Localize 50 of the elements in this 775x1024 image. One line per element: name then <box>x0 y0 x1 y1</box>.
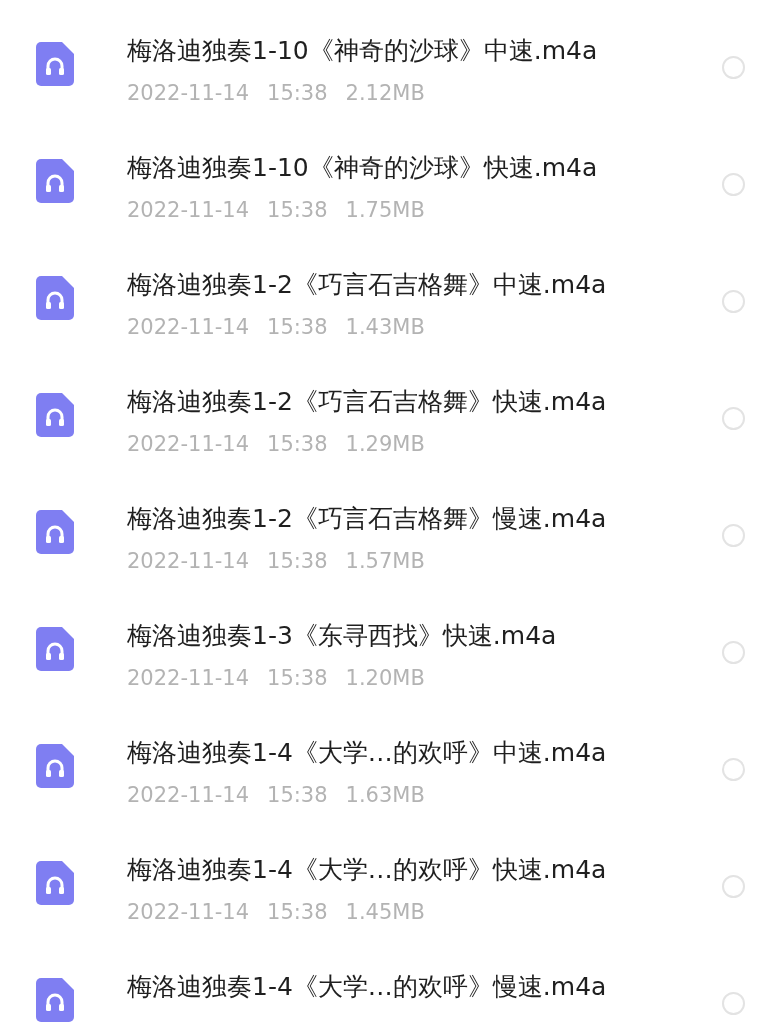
file-size: 1.63MB <box>345 782 425 808</box>
file-size: 1.45MB <box>345 899 425 925</box>
select-checkbox[interactable] <box>722 290 745 313</box>
file-size: 1.43MB <box>345 314 425 340</box>
file-time: 15:38 <box>267 665 328 691</box>
file-size: 1.20MB <box>345 665 425 691</box>
select-checkbox[interactable] <box>722 641 745 664</box>
file-size: 1.29MB <box>345 431 425 457</box>
select-checkbox[interactable] <box>722 173 745 196</box>
file-size: 2.12MB <box>345 80 425 106</box>
audio-file-icon <box>36 744 74 788</box>
file-name: 梅洛迪独奏1-2《巧言石吉格舞》中速.m4a <box>127 269 608 301</box>
file-time: 15:38 <box>267 899 328 925</box>
file-name: 梅洛迪独奏1-4《大学…的欢呼》中速.m4a <box>127 737 608 769</box>
file-date: 2022-11-14 <box>127 782 250 808</box>
file-name: 梅洛迪独奏1-2《巧言石吉格舞》慢速.m4a <box>127 503 608 535</box>
file-size: 1.57MB <box>345 548 425 574</box>
audio-file-icon <box>36 276 74 320</box>
file-time: 15:38 <box>267 782 328 808</box>
file-date: 2022-11-14 <box>127 80 250 106</box>
file-date: 2022-11-14 <box>127 314 250 340</box>
select-checkbox[interactable] <box>722 56 745 79</box>
audio-file-icon <box>36 627 74 671</box>
file-name: 梅洛迪独奏1-10《神奇的沙球》中速.m4a <box>127 35 599 67</box>
file-name: 梅洛迪独奏1-2《巧言石吉格舞》快速.m4a <box>127 386 608 418</box>
select-checkbox[interactable] <box>722 992 745 1015</box>
file-date: 2022-11-14 <box>127 197 250 223</box>
file-name: 梅洛迪独奏1-10《神奇的沙球》快速.m4a <box>127 152 599 184</box>
audio-file-icon <box>36 42 74 86</box>
file-date: 2022-11-14 <box>127 431 250 457</box>
audio-file-icon <box>36 861 74 905</box>
file-time: 15:38 <box>267 80 328 106</box>
file-date: 2022-11-14 <box>127 899 250 925</box>
select-checkbox[interactable] <box>722 407 745 430</box>
select-checkbox[interactable] <box>722 524 745 547</box>
file-time: 15:38 <box>267 197 328 223</box>
audio-file-icon <box>36 159 74 203</box>
file-date: 2022-11-14 <box>127 548 250 574</box>
file-size: 1.75MB <box>345 197 425 223</box>
file-name: 梅洛迪独奏1-3《东寻西找》快速.m4a <box>127 620 558 652</box>
select-checkbox[interactable] <box>722 875 745 898</box>
file-name: 梅洛迪独奏1-4《大学…的欢呼》慢速.m4a <box>127 971 608 1003</box>
select-checkbox[interactable] <box>722 758 745 781</box>
audio-file-icon <box>36 393 74 437</box>
audio-file-icon <box>36 510 74 554</box>
file-time: 15:38 <box>267 431 328 457</box>
file-time: 15:38 <box>267 314 328 340</box>
file-time: 15:38 <box>267 548 328 574</box>
file-name: 梅洛迪独奏1-4《大学…的欢呼》快速.m4a <box>127 854 608 886</box>
file-date: 2022-11-14 <box>127 665 250 691</box>
